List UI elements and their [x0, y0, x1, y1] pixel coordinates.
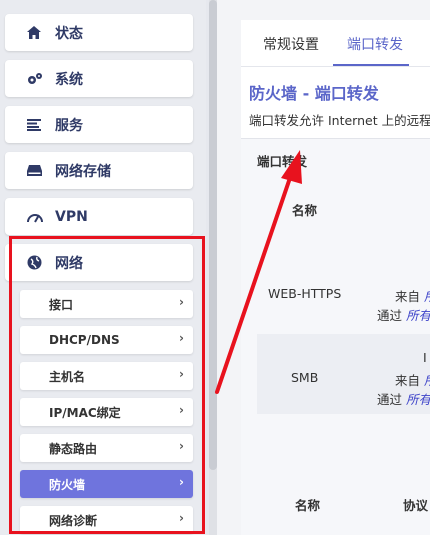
- main-content: 常规设置 端口转发 防火墙 - 端口转发 端口转发允许 Internet 上的远…: [217, 0, 430, 535]
- gears-icon: [27, 72, 47, 86]
- drive-icon: [27, 165, 47, 176]
- sidebar-item-system[interactable]: 系统: [5, 60, 193, 97]
- column-header-name: 名称: [295, 498, 321, 513]
- home-icon: [27, 26, 47, 39]
- rule-via: 通过 所有: [377, 392, 430, 407]
- tab-divider: [241, 66, 430, 67]
- scrollbar-thumb[interactable]: [209, 0, 217, 470]
- list-icon: [27, 118, 47, 131]
- page-description: 端口转发允许 Internet 上的远程: [249, 113, 430, 128]
- rule-protocol-fragment: I: [423, 350, 427, 365]
- sidebar-item-label: 状态: [55, 25, 83, 42]
- sidebar-item-storage[interactable]: 网络存储: [5, 152, 193, 189]
- sidebar-item-label: VPN: [55, 208, 88, 225]
- rule-name: WEB-HTTPS: [268, 286, 342, 301]
- rule-source: 来自 所: [395, 289, 430, 304]
- gauge-icon: [27, 211, 47, 223]
- rule-source: 来自 所: [395, 373, 430, 388]
- annotation-highlight-box: [9, 236, 205, 534]
- content-panel: 常规设置 端口转发 防火墙 - 端口转发 端口转发允许 Internet 上的远…: [241, 20, 430, 535]
- section-title: 端口转发: [257, 154, 308, 169]
- sidebar-item-label: 网络存储: [55, 163, 111, 180]
- rule-via: 通过 所有: [377, 308, 430, 323]
- sidebar-item-status[interactable]: 状态: [5, 14, 193, 51]
- sidebar-item-vpn[interactable]: VPN: [5, 198, 193, 235]
- column-header-name: 名称: [292, 203, 318, 218]
- column-header-protocol: 协议: [403, 498, 429, 513]
- tab-port-forwarding[interactable]: 端口转发: [347, 34, 403, 54]
- sidebar-item-label: 服务: [55, 117, 83, 134]
- page-title: 防火墙 - 端口转发: [249, 84, 379, 103]
- sidebar-item-label: 系统: [55, 71, 83, 88]
- rule-name: SMB: [291, 370, 319, 385]
- tab-general-settings[interactable]: 常规设置: [263, 34, 319, 54]
- sidebar-item-services[interactable]: 服务: [5, 106, 193, 143]
- port-forward-section: 端口转发 名称 WEB-HTTPS 来自 所 通过 所有 SMB I 来自 所 …: [241, 138, 430, 535]
